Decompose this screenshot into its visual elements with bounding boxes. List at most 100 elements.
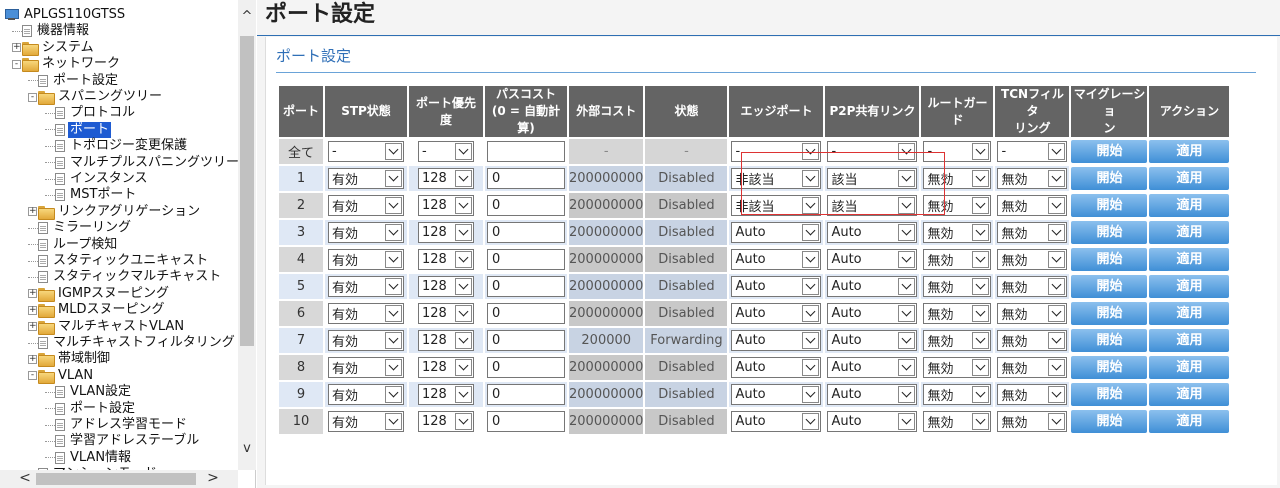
chevron-down-icon[interactable] xyxy=(385,332,402,349)
p2p-link-select[interactable]: 該当 xyxy=(827,195,918,216)
chevron-down-icon[interactable] xyxy=(1048,413,1066,430)
expand-icon[interactable]: + xyxy=(28,305,37,315)
port-priority-select[interactable]: 128 xyxy=(418,276,474,297)
horizontal-scroll-thumb[interactable] xyxy=(36,473,196,485)
root-guard-select[interactable]: 無効 xyxy=(923,195,992,216)
tree-item[interactable]: マルチキャストフィルタリング xyxy=(28,335,237,351)
stp-state-select[interactable]: 有効 xyxy=(328,168,404,189)
chevron-down-icon[interactable] xyxy=(972,197,990,214)
chevron-down-icon[interactable] xyxy=(455,359,472,376)
chevron-down-icon[interactable] xyxy=(802,143,820,160)
collapse-icon[interactable]: - xyxy=(28,92,37,102)
chevron-down-icon[interactable] xyxy=(898,359,916,376)
chevron-down-icon[interactable] xyxy=(972,359,990,376)
tree-item[interactable]: ポート設定 xyxy=(45,401,137,417)
tcn-filtering-select[interactable]: 無効 xyxy=(997,330,1068,351)
p2p-link-select[interactable]: Auto xyxy=(827,222,918,243)
vertical-scroll-thumb[interactable] xyxy=(240,36,254,346)
tree-horizontal-scrollbar[interactable]: < > xyxy=(0,470,238,488)
expand-icon[interactable]: + xyxy=(12,43,21,53)
chevron-down-icon[interactable] xyxy=(385,143,402,160)
root-guard-select[interactable]: 無効 xyxy=(923,384,992,405)
edge-port-select[interactable]: Auto xyxy=(731,249,822,270)
tcn-filtering-select[interactable]: 無効 xyxy=(997,303,1068,324)
tree-item[interactable]: MSTポート xyxy=(45,187,138,203)
collapse-icon[interactable]: - xyxy=(12,59,21,69)
path-cost-input[interactable]: 0 xyxy=(487,276,565,297)
chevron-down-icon[interactable] xyxy=(802,278,820,295)
chevron-down-icon[interactable] xyxy=(455,413,472,430)
chevron-down-icon[interactable] xyxy=(898,278,916,295)
chevron-down-icon[interactable] xyxy=(455,386,472,403)
port-priority-select[interactable]: 128 xyxy=(418,303,474,324)
migration-start-button[interactable]: 開始 xyxy=(1071,275,1148,298)
tree-item[interactable]: アドレス学習モード xyxy=(45,417,189,433)
tree-item[interactable]: + MLDスヌーピング xyxy=(28,302,166,319)
port-priority-select[interactable]: 128 xyxy=(418,357,474,378)
chevron-down-icon[interactable] xyxy=(1048,170,1066,187)
port-priority-select[interactable]: 128 xyxy=(418,222,474,243)
tcn-filtering-select[interactable]: - xyxy=(997,141,1068,162)
scroll-left-icon[interactable]: < xyxy=(16,470,34,488)
chevron-down-icon[interactable] xyxy=(455,278,472,295)
tree-item[interactable]: 機器情報 xyxy=(12,23,91,39)
collapse-icon[interactable]: - xyxy=(28,371,37,381)
tcn-filtering-select[interactable]: 無効 xyxy=(997,249,1068,270)
migration-start-button[interactable]: 開始 xyxy=(1071,140,1148,163)
tree-vertical-scrollbar[interactable]: ^ v xyxy=(238,0,256,470)
port-priority-select[interactable]: 128 xyxy=(418,168,474,189)
tree-item[interactable]: - スパニングツリー xyxy=(28,89,164,105)
port-priority-select[interactable]: 128 xyxy=(418,330,474,351)
edge-port-select[interactable]: - xyxy=(731,141,822,162)
port-priority-select[interactable]: 128 xyxy=(418,195,474,216)
tree-item[interactable]: ループ検知 xyxy=(28,237,119,253)
expand-icon[interactable]: + xyxy=(28,207,37,217)
stp-state-select[interactable]: 有効 xyxy=(328,411,404,432)
tree-item[interactable]: + IGMPスヌーピング xyxy=(28,286,171,302)
chevron-down-icon[interactable] xyxy=(898,413,916,430)
tree-item[interactable]: プロトコル xyxy=(45,105,137,121)
migration-start-button[interactable]: 開始 xyxy=(1071,383,1148,406)
tree-item[interactable]: VLAN設定 xyxy=(45,384,133,400)
chevron-down-icon[interactable] xyxy=(385,224,402,241)
p2p-link-select[interactable]: Auto xyxy=(827,330,918,351)
chevron-down-icon[interactable] xyxy=(455,305,472,322)
chevron-down-icon[interactable] xyxy=(455,197,472,214)
expand-icon[interactable]: + xyxy=(28,354,37,364)
tree-item[interactable]: + リンクアグリゲーション xyxy=(28,204,202,220)
migration-start-button[interactable]: 開始 xyxy=(1071,410,1148,433)
edge-port-select[interactable]: 非該当 xyxy=(731,195,822,216)
stp-state-select[interactable]: 有効 xyxy=(328,384,404,405)
chevron-down-icon[interactable] xyxy=(972,278,990,295)
chevron-down-icon[interactable] xyxy=(1048,359,1066,376)
root-guard-select[interactable]: 無効 xyxy=(923,411,992,432)
root-guard-select[interactable]: 無効 xyxy=(923,276,992,297)
tree-item[interactable]: - ネットワーク xyxy=(12,56,122,73)
apply-button[interactable]: 適用 xyxy=(1149,248,1230,271)
tree-item[interactable]: + システム xyxy=(12,40,96,56)
migration-start-button[interactable]: 開始 xyxy=(1071,167,1148,190)
apply-button[interactable]: 適用 xyxy=(1149,194,1230,217)
chevron-down-icon[interactable] xyxy=(1048,251,1066,268)
path-cost-input[interactable]: 0 xyxy=(487,411,565,432)
edge-port-select[interactable]: Auto xyxy=(731,303,822,324)
migration-start-button[interactable]: 開始 xyxy=(1071,356,1148,379)
root-guard-select[interactable]: 無効 xyxy=(923,330,992,351)
edge-port-select[interactable]: Auto xyxy=(731,330,822,351)
stp-state-select[interactable]: 有効 xyxy=(328,276,404,297)
stp-state-select[interactable]: 有効 xyxy=(328,330,404,351)
tcn-filtering-select[interactable]: 無効 xyxy=(997,357,1068,378)
path-cost-input[interactable]: 0 xyxy=(487,195,565,216)
tree-item[interactable]: APLGS110GTSS xyxy=(4,7,127,23)
chevron-down-icon[interactable] xyxy=(385,386,402,403)
chevron-down-icon[interactable] xyxy=(1048,332,1066,349)
chevron-down-icon[interactable] xyxy=(972,386,990,403)
chevron-down-icon[interactable] xyxy=(898,386,916,403)
apply-button[interactable]: 適用 xyxy=(1149,329,1230,352)
chevron-down-icon[interactable] xyxy=(898,170,916,187)
chevron-down-icon[interactable] xyxy=(898,305,916,322)
root-guard-select[interactable]: 無効 xyxy=(923,357,992,378)
path-cost-input[interactable]: 0 xyxy=(487,249,565,270)
edge-port-select[interactable]: Auto xyxy=(731,222,822,243)
edge-port-select[interactable]: Auto xyxy=(731,276,822,297)
